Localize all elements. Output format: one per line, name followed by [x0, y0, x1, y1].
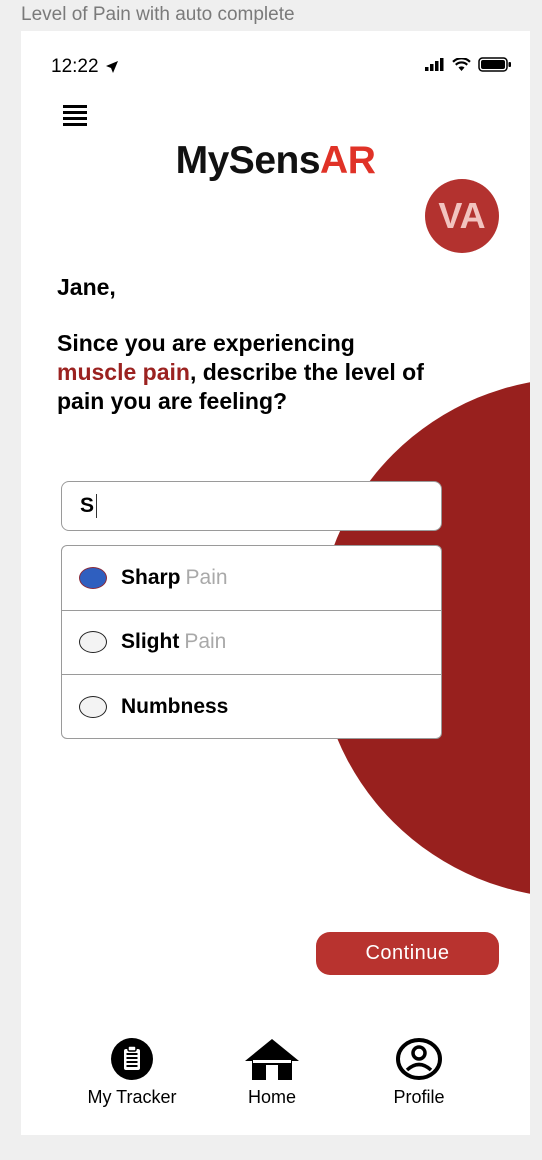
- frame-title: Level of Pain with auto complete: [21, 4, 295, 25]
- question-highlight: muscle pain: [57, 359, 190, 385]
- status-time: 12:22: [51, 56, 119, 78]
- wifi-icon: [452, 57, 471, 71]
- nav-home[interactable]: Home: [207, 1037, 337, 1108]
- option-match-text: Sharp: [121, 565, 181, 589]
- user-circle-icon: [396, 1038, 442, 1080]
- option-numbness[interactable]: Numbness: [62, 675, 441, 738]
- option-slight-pain[interactable]: Slight Pain: [62, 611, 441, 676]
- status-icons: [425, 57, 512, 72]
- continue-button[interactable]: Continue: [316, 932, 499, 975]
- option-sharp-pain[interactable]: Sharp Pain: [62, 546, 441, 611]
- avatar[interactable]: VA: [425, 179, 499, 253]
- battery-icon: [478, 57, 511, 72]
- radio-icon[interactable]: [79, 631, 107, 654]
- phone-screen: 12:22 MySensAR VA Jane, Since you are ex…: [21, 31, 530, 1135]
- search-input-value: S: [80, 494, 95, 517]
- option-match-text: Numbness: [121, 695, 229, 719]
- pain-search-input[interactable]: S: [61, 481, 442, 531]
- hamburger-menu-icon[interactable]: [63, 105, 87, 127]
- signal-icon: [425, 58, 444, 71]
- location-arrow-icon: [105, 61, 118, 73]
- bottom-nav: My Tracker Home Profile: [21, 1037, 530, 1107]
- nav-my-tracker[interactable]: My Tracker: [67, 1037, 197, 1108]
- radio-icon[interactable]: [79, 696, 107, 719]
- greeting-text: Jane,: [57, 274, 116, 300]
- option-suffix-text: Pain: [184, 630, 227, 654]
- home-icon: [245, 1039, 299, 1080]
- nav-label-tracker: My Tracker: [87, 1087, 177, 1107]
- autocomplete-options: Sharp Pain Slight Pain Numbness: [61, 545, 442, 739]
- clipboard-icon: [111, 1038, 153, 1080]
- nav-label-home: Home: [247, 1087, 296, 1107]
- question-intro: Since you are experiencing: [57, 330, 355, 356]
- app-logo: MySensAR: [21, 139, 530, 183]
- option-match-text: Slight: [121, 630, 180, 654]
- logo-text-main: MySens: [175, 139, 321, 182]
- question-text: Since you are experiencing muscle pain, …: [57, 329, 427, 416]
- option-suffix-text: Pain: [185, 565, 228, 589]
- radio-icon[interactable]: [79, 566, 107, 589]
- nav-label-profile: Profile: [393, 1087, 445, 1107]
- nav-profile[interactable]: Profile: [354, 1037, 484, 1108]
- logo-text-accent: AR: [320, 139, 376, 182]
- status-time-text: 12:22: [51, 56, 99, 77]
- text-cursor: [96, 494, 98, 518]
